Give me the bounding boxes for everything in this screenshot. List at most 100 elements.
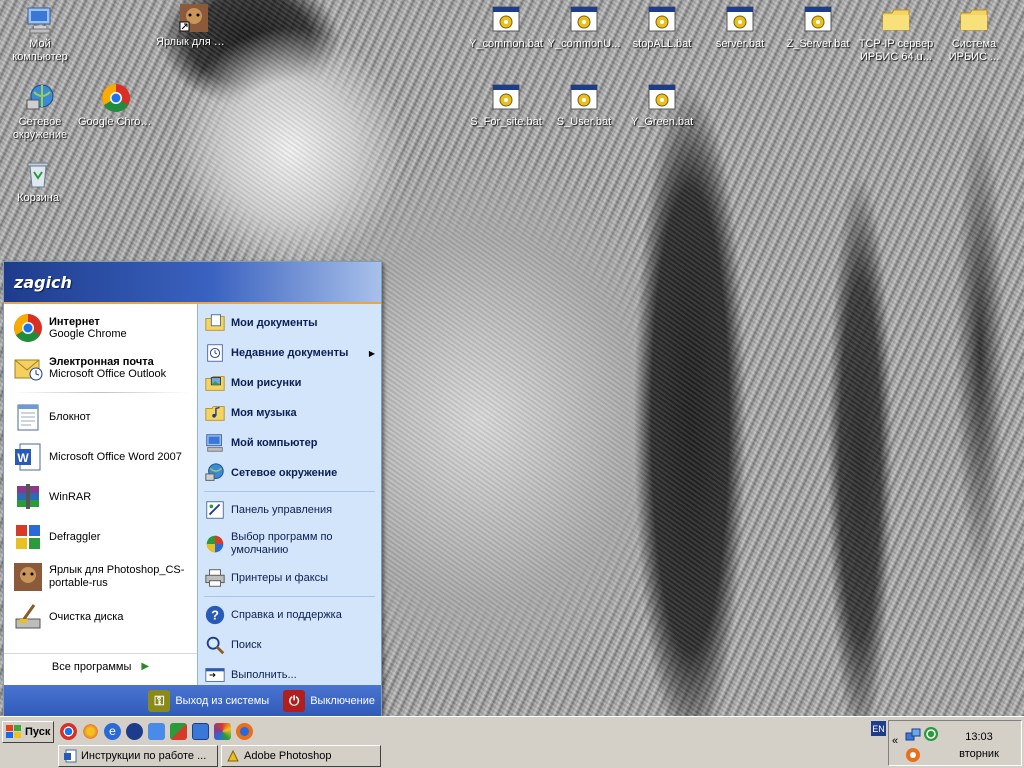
desktop-icon-google-chrome[interactable]: Google Chrome xyxy=(78,82,154,129)
quick-launch: e xyxy=(60,723,253,740)
network-icon xyxy=(26,84,54,110)
desktop-icon-label: Google Chrome xyxy=(78,116,154,128)
place-my-music[interactable]: Моя музыка xyxy=(198,398,381,428)
logoff-button[interactable]: ⚿ Выход из системы xyxy=(148,690,269,712)
chrome-icon xyxy=(102,84,130,112)
language-indicator[interactable]: EN xyxy=(871,721,886,736)
shutdown-button[interactable]: ⏻ Выключение xyxy=(283,690,375,712)
program-notepad[interactable]: Блокнот xyxy=(4,397,197,437)
desktop-icon-label: Y_commonU... xyxy=(547,38,621,50)
browser-quicklaunch-icon[interactable] xyxy=(148,723,165,740)
clock[interactable]: 13:03 вторник xyxy=(949,729,1009,763)
place-label: Мой компьютер xyxy=(231,437,318,449)
network-icon xyxy=(205,463,224,481)
desktop-icon-label: stopALL.bat xyxy=(632,38,692,50)
separator xyxy=(204,491,375,492)
desktop-icon-stopall[interactable]: stopALL.bat xyxy=(624,4,700,51)
task-button-photoshop[interactable]: Adobe Photoshop xyxy=(221,745,381,767)
desktop-icon-label: Мой компьютер xyxy=(12,38,68,63)
program-disk-cleanup[interactable]: Очистка диска xyxy=(4,597,197,637)
search-icon xyxy=(206,636,225,655)
photoshop-shortcut-icon xyxy=(179,4,208,32)
defraggler-icon xyxy=(16,525,40,549)
start-menu-body: Интернет Google Chrome Электронная почта M… xyxy=(4,304,381,685)
winrar-icon xyxy=(17,484,39,509)
photoshop-shortcut-icon xyxy=(14,563,42,591)
flower-quicklaunch-icon[interactable] xyxy=(82,723,99,740)
desktop-quicklaunch-icon[interactable] xyxy=(192,723,209,740)
desktop-icon-label: Сетевое окружение xyxy=(12,116,68,141)
chrome-quicklaunch-icon[interactable] xyxy=(60,723,77,740)
clock-time: 13:03 xyxy=(965,731,993,743)
network-tray-icon[interactable] xyxy=(905,727,921,743)
recent-documents-icon xyxy=(207,344,223,362)
program-defraggler[interactable]: Defraggler xyxy=(4,517,197,557)
word-icon: W xyxy=(15,443,41,471)
chrome-icon xyxy=(14,314,42,342)
desktop-icon-my-computer[interactable]: Мой компьютер xyxy=(2,4,78,64)
system-default-programs[interactable]: Выбор программ по умолчанию xyxy=(198,525,381,563)
notepad-icon xyxy=(17,404,39,431)
desktop-icon-recycle-bin[interactable]: Корзина xyxy=(0,158,76,205)
help-label: Поиск xyxy=(231,639,262,651)
logoff-label: Выход из системы xyxy=(175,695,270,707)
place-recent-documents[interactable]: Недавние документы ▶ xyxy=(198,338,381,368)
separator xyxy=(204,596,375,597)
all-programs-button[interactable]: Все программы ▶ xyxy=(4,653,197,679)
taskbar: Пуск e Инструкции по работе ... Adobe Ph… xyxy=(0,716,1024,768)
disk-cleanup-icon xyxy=(15,604,41,629)
program-winrar[interactable]: WinRAR xyxy=(4,477,197,517)
pinned-item-email[interactable]: Электронная почта Microsoft Office Outloo… xyxy=(4,348,197,388)
pictures-folder-icon xyxy=(205,376,225,391)
program-label: WinRAR xyxy=(49,490,92,503)
place-network[interactable]: Сетевое окружение xyxy=(198,458,381,488)
help-label: Справка и поддержка xyxy=(231,609,342,621)
picasa-quicklaunch-icon[interactable] xyxy=(214,723,231,740)
desktop-icon-irbis-folder[interactable]: Система ИРБИС ... xyxy=(936,4,1012,64)
search[interactable]: Поиск xyxy=(198,630,381,660)
program-label: Ярлык для Photoshop_CS-portable-rus xyxy=(49,564,185,589)
desktop-icon-label: Ярлык для Photoshop_... xyxy=(156,36,232,48)
help-icon: ? xyxy=(205,605,225,625)
default-programs-icon xyxy=(206,535,224,553)
program-word-2007[interactable]: W Microsoft Office Word 2007 xyxy=(4,437,197,477)
place-my-pictures[interactable]: Мои рисунки xyxy=(198,368,381,398)
task-button-instructions[interactable]: Инструкции по работе ... xyxy=(58,745,218,767)
desktop-icon-photoshop-shortcut[interactable]: Ярлык для Photoshop_... xyxy=(156,2,232,49)
start-button[interactable]: Пуск xyxy=(2,721,54,743)
desktop-icon-tcp-ip-folder[interactable]: TCP-IP сервер ИРБИС 64.u... xyxy=(858,4,934,64)
submenu-arrow-icon: ▶ xyxy=(368,348,375,358)
desktop-icon-s-user[interactable]: S_User.bat xyxy=(546,82,622,129)
firefox-quicklaunch-icon[interactable] xyxy=(236,723,253,740)
all-programs-label: Все программы xyxy=(51,660,132,673)
desktop-icon-y-common[interactable]: Y_common.bat xyxy=(468,4,544,51)
apps-quicklaunch-icon[interactable] xyxy=(170,723,187,740)
antivirus-tray-icon[interactable] xyxy=(923,726,939,742)
desktop-icon-s-for-site[interactable]: S_For_site.bat xyxy=(468,82,544,129)
help-label: Выполнить... xyxy=(231,669,297,681)
media-player-quicklaunch-icon[interactable] xyxy=(126,723,143,740)
desktop-icon-server[interactable]: server.bat xyxy=(702,4,778,51)
help-and-support[interactable]: ? Справка и поддержка xyxy=(198,600,381,630)
ie-quicklaunch-icon[interactable]: e xyxy=(104,723,121,740)
program-photoshop-shortcut[interactable]: Ярлык для Photoshop_CS-portable-rus xyxy=(4,557,197,597)
desktop-icon-label: TCP-IP сервер ИРБИС 64.u... xyxy=(858,38,934,63)
tray-expand-button[interactable]: « xyxy=(892,735,898,747)
pinned-item-internet[interactable]: Интернет Google Chrome xyxy=(4,308,197,348)
avast-tray-icon[interactable] xyxy=(905,747,921,763)
start-menu: zagich Интернет Google Chrome Электронная… xyxy=(3,261,382,718)
desktop-icon-y-commonu[interactable]: Y_commonU... xyxy=(546,4,622,51)
clock-day: вторник xyxy=(959,748,999,760)
system-printers[interactable]: Принтеры и факсы xyxy=(198,563,381,593)
power-icon: ⏻ xyxy=(283,690,306,712)
start-menu-footer: ⚿ Выход из системы ⏻ Выключение xyxy=(4,685,381,717)
place-my-documents[interactable]: Мои документы xyxy=(198,308,381,338)
system-control-panel[interactable]: Панель управления xyxy=(198,495,381,525)
place-my-computer[interactable]: Мой компьютер xyxy=(198,428,381,458)
bat-file-icon xyxy=(570,84,598,110)
desktop-icon-y-green[interactable]: Y_Green.bat xyxy=(624,82,700,129)
task-label: Инструкции по работе ... xyxy=(81,750,207,762)
recycle-bin-icon xyxy=(27,162,49,188)
desktop-icon-z-server[interactable]: Z_Server.bat xyxy=(780,4,856,51)
desktop-icon-network[interactable]: Сетевое окружение xyxy=(2,82,78,142)
